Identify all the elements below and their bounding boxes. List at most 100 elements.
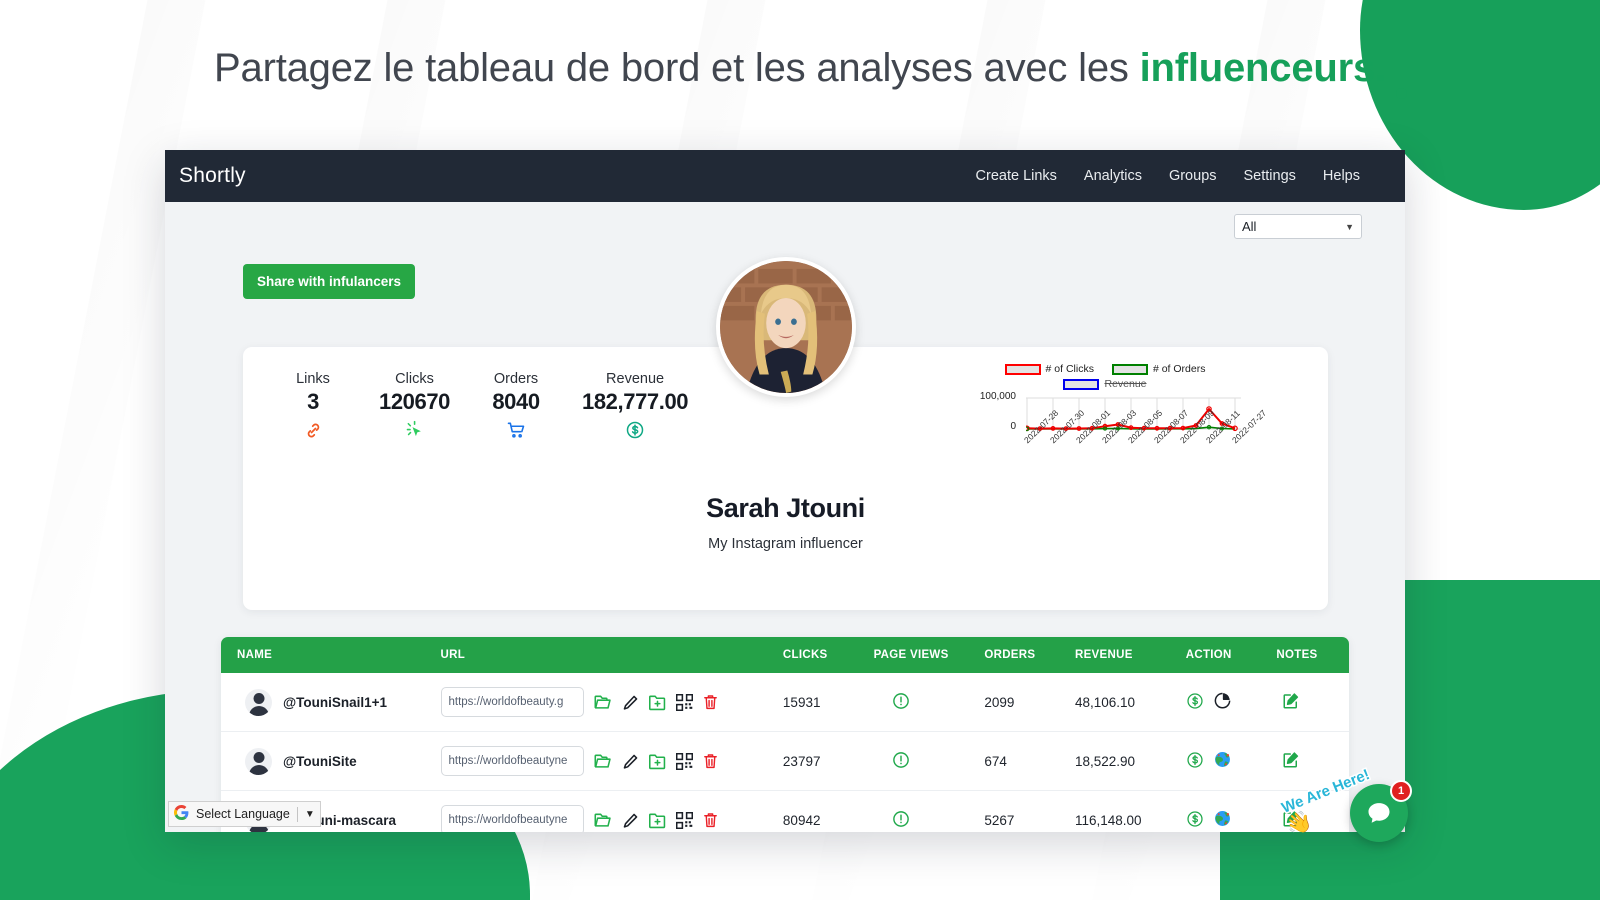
cell-clicks: 23797 (774, 731, 866, 791)
profile-subtitle: My Instagram influencer (708, 536, 863, 552)
col-page-views: PAGE VIEWS (865, 637, 977, 673)
legend-swatch-orders (1111, 363, 1148, 375)
table-row: @TouniSite 23797 67418,522.90 (221, 731, 1349, 791)
user-avatar (245, 747, 272, 775)
col-clicks: CLICKS (774, 637, 866, 673)
trash-icon[interactable] (702, 693, 719, 711)
group-filter-value: All (1242, 219, 1257, 234)
share-with-influencers-button[interactable]: Share with infulancers (243, 264, 416, 299)
chat-unread-badge: 1 (1390, 780, 1412, 802)
legend-item-clicks[interactable]: # of Clicks (1004, 363, 1094, 375)
links-table: NAME URL CLICKS PAGE VIEWS ORDERS REVENU… (221, 637, 1349, 832)
cell-url (432, 731, 775, 791)
url-input[interactable] (440, 805, 584, 832)
nav-item-helps[interactable]: Helps (1323, 168, 1360, 184)
stat-orders: Orders 8040 (488, 371, 544, 441)
cell-revenue: 18,522.90 (1066, 731, 1178, 791)
chart-ytick-top: 100,000 (979, 391, 1016, 402)
cell-orders: 674 (976, 731, 1067, 791)
alert-circle-icon[interactable] (892, 810, 910, 828)
chevron-down-icon: ▼ (1345, 221, 1354, 232)
stat-value: 8040 (492, 389, 540, 414)
cell-orders: 5267 (976, 790, 1067, 832)
alert-circle-icon[interactable] (892, 692, 910, 710)
qr-code-icon[interactable] (675, 752, 693, 770)
cell-page-views (865, 790, 977, 832)
avatar (715, 257, 856, 397)
page-headline: Partagez le tableau de bord et les analy… (0, 46, 1600, 91)
pencil-icon[interactable] (622, 812, 639, 829)
link-icon (285, 419, 341, 441)
globe-icon[interactable] (1213, 809, 1232, 828)
pencil-icon[interactable] (622, 694, 639, 711)
folder-plus-icon[interactable] (648, 753, 667, 770)
cell-action (1177, 790, 1269, 832)
chat-widget[interactable]: We Are Here! 👋 1 (1277, 765, 1412, 842)
pie-chart-icon[interactable] (1213, 691, 1232, 710)
alert-circle-icon[interactable] (892, 751, 910, 769)
cell-clicks: 80942 (774, 790, 866, 832)
dropdown-arrow-icon[interactable]: ▼ (305, 809, 315, 820)
col-url: URL (432, 637, 775, 673)
user-avatar (245, 688, 272, 716)
edit-note-icon[interactable] (1282, 692, 1300, 710)
col-name: NAME (221, 637, 433, 673)
nav-item-analytics[interactable]: Analytics (1084, 168, 1142, 184)
click-icon (379, 419, 450, 441)
folder-plus-icon[interactable] (648, 812, 667, 829)
nav-links: Create Links Analytics Groups Settings H… (976, 168, 1360, 184)
qr-code-icon[interactable] (675, 693, 693, 711)
legend-item-revenue[interactable]: Revenue (1063, 378, 1147, 390)
group-filter-select[interactable]: All ▼ (1234, 214, 1362, 239)
google-translate-widget[interactable]: Select Language ▼ (168, 801, 321, 827)
nav-item-settings[interactable]: Settings (1244, 168, 1296, 184)
stat-revenue: Revenue 182,777.00 (582, 371, 689, 441)
folder-icon[interactable] (593, 694, 613, 711)
edit-note-icon[interactable] (1282, 751, 1300, 769)
stat-value: 3 (307, 389, 319, 414)
legend-label: Revenue (1104, 378, 1147, 390)
stat-clicks: Clicks 120670 (379, 371, 450, 441)
folder-icon[interactable] (593, 753, 613, 770)
dollar-circle-icon[interactable] (1186, 810, 1204, 828)
stat-links: Links 3 (285, 371, 341, 441)
cell-notes (1268, 673, 1349, 732)
table-header-row: NAME URL CLICKS PAGE VIEWS ORDERS REVENU… (221, 637, 1349, 673)
col-orders: ORDERS (976, 637, 1067, 673)
stat-value: 120670 (379, 389, 451, 414)
stats-row: Links 3 Clicks 120670 Orders 8040 Revenu… (285, 371, 689, 441)
headline-text: Partagez le tableau de bord et les analy… (214, 46, 1140, 90)
stat-value: 182,777.00 (582, 389, 689, 414)
filter-row: All ▼ (165, 202, 1405, 239)
trash-icon[interactable] (702, 752, 719, 770)
app-window: Shortly Create Links Analytics Groups Se… (165, 150, 1405, 832)
chart-xaxis-labels: 2022-07-28 2022-07-30 2022-08-01 2022-08… (1022, 408, 1268, 480)
chat-bubble-glyph (1368, 803, 1390, 823)
trash-icon[interactable] (702, 811, 719, 829)
stat-label: Revenue (606, 371, 665, 387)
analytics-chart: # of Clicks # of Orders Revenue 100,000 … (970, 363, 1268, 493)
stat-label: Links (296, 371, 330, 387)
folder-plus-icon[interactable] (648, 694, 667, 711)
qr-code-icon[interactable] (675, 811, 693, 829)
nav-item-groups[interactable]: Groups (1169, 168, 1217, 184)
brand-logo[interactable]: Shortly (179, 164, 246, 188)
legend-label: # of Clicks (1045, 363, 1094, 375)
globe-icon[interactable] (1213, 750, 1232, 769)
cell-action (1177, 673, 1269, 732)
cell-url (432, 790, 775, 832)
folder-icon[interactable] (593, 812, 613, 829)
nav-item-create-links[interactable]: Create Links (976, 168, 1057, 184)
dollar-circle-icon[interactable] (1186, 692, 1204, 710)
pencil-icon[interactable] (622, 753, 639, 770)
url-input[interactable] (440, 746, 584, 776)
link-name: @TouniSite (283, 753, 357, 769)
dollar-circle-icon[interactable] (1186, 751, 1204, 769)
legend-item-orders[interactable]: # of Orders (1111, 363, 1206, 375)
legend-label: # of Orders (1152, 363, 1206, 375)
cell-revenue: 48,106.10 (1066, 673, 1178, 732)
url-input[interactable] (440, 687, 584, 717)
profile-photo-art (719, 261, 852, 393)
chart-legend: # of Clicks # of Orders Revenue (970, 363, 1240, 390)
stat-label: Clicks (395, 371, 434, 387)
